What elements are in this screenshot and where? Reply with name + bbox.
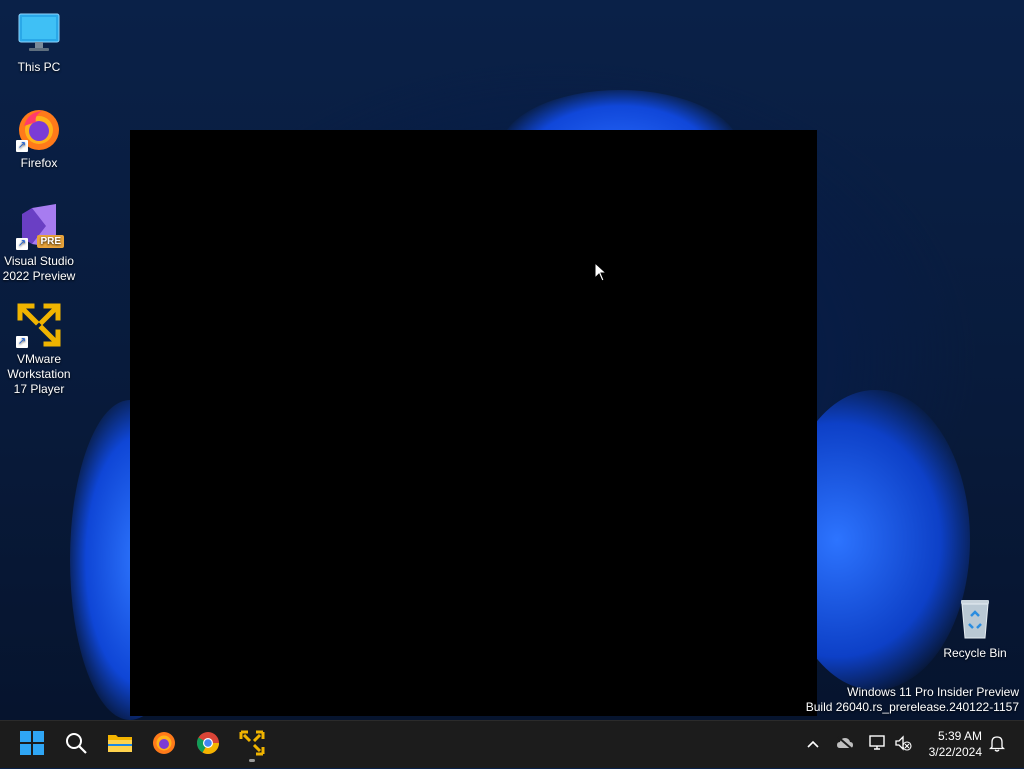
notification-bell-icon [988,734,1006,757]
blank-app-window[interactable] [130,130,817,716]
recycle-bin-label: Recycle Bin [943,646,1007,660]
clock-time: 5:39 AM [937,729,982,743]
vmware-icon: ↗ [16,302,62,348]
shortcut-arrow-icon: ↗ [16,336,28,348]
volume-button[interactable] [892,721,914,769]
chrome-icon [195,730,221,761]
watermark-build: Build 26040.rs_prerelease.240122-1157 [805,700,1019,714]
monitor-icon [16,10,62,56]
file-explorer-icon [107,732,133,759]
notifications-button[interactable] [986,721,1008,769]
pre-badge: PRE [37,235,64,248]
this-pc-label: This PC [17,60,61,74]
taskbar: 5:39 AM 3/22/2024 [0,720,1024,768]
volume-muted-icon [894,734,912,756]
windows-build-watermark: Windows 11 Pro Insider Preview Build 260… [806,685,1019,715]
visual-studio-label-line1: Visual Studio [4,254,74,268]
taskbar-file-explorer[interactable] [102,727,138,763]
network-button[interactable] [866,721,888,769]
onedrive-button[interactable] [834,721,856,769]
visual-studio-icon: PRE ↗ [16,204,64,250]
search-button[interactable] [58,727,94,763]
vmware-icon [239,730,265,761]
shortcut-arrow-icon: ↗ [16,140,28,152]
firefox-icon [151,730,177,761]
chevron-up-icon [806,736,820,754]
desktop-icon-visual-studio[interactable]: PRE ↗ Visual Studio 2022 Preview [0,204,78,284]
taskbar-firefox[interactable] [146,727,182,763]
desktop-icon-firefox[interactable]: ↗ Firefox [0,106,78,171]
desktop-icon-vmware[interactable]: ↗ VMware Workstation 17 Player [0,302,78,397]
start-icon [20,730,44,760]
firefox-label: Firefox [20,156,58,170]
network-icon [868,734,886,756]
visual-studio-label-line2: 2022 Preview [2,269,76,283]
show-hidden-icons-button[interactable] [802,721,824,769]
watermark-edition: Windows 11 Pro Insider Preview [847,685,1019,699]
running-indicator [249,759,255,762]
vmware-label-line1: VMware [16,352,61,366]
desktop-icon-recycle-bin[interactable]: Recycle Bin [936,596,1014,661]
firefox-icon: ↗ [16,106,62,152]
clock-button[interactable]: 5:39 AM 3/22/2024 [929,728,982,760]
vmware-label-line2: Workstation [7,367,71,381]
taskbar-chrome[interactable] [190,727,226,763]
recycle-bin-icon [952,596,998,642]
start-button[interactable] [14,727,50,763]
search-icon [64,731,88,760]
taskbar-vmware[interactable] [234,727,270,763]
onedrive-offline-icon [836,735,854,755]
desktop-icon-this-pc[interactable]: This PC [0,10,78,75]
clock-date: 3/22/2024 [928,745,982,759]
vmware-label-line3: 17 Player [13,382,65,396]
shortcut-arrow-icon: ↗ [16,238,28,250]
